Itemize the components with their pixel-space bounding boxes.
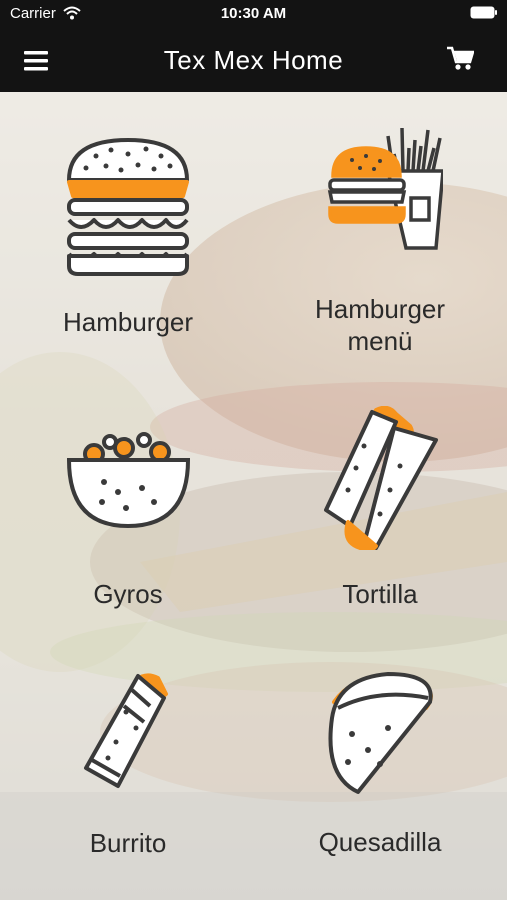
tile-hamburger-menu[interactable]: Hamburger menü [280, 126, 480, 357]
tile-hamburger[interactable]: Hamburger [28, 138, 228, 338]
burrito-icon [83, 673, 168, 788]
tile-burrito[interactable]: Burrito [28, 672, 228, 859]
tortilla-icon [323, 406, 438, 550]
tile-gyros[interactable]: Gyros [28, 430, 228, 610]
tile-tortilla[interactable]: Tortilla [280, 406, 480, 610]
battery-icon [470, 6, 497, 19]
status-time: 10:30 AM [220, 5, 287, 22]
tile-label: Hamburger [62, 307, 194, 337]
top-bar: Carrier 10:30 AM Tex Mex Home [0, 0, 507, 92]
cart-icon[interactable] [447, 46, 474, 72]
page-title: Tex Mex Home [163, 45, 344, 75]
hamburger-icon [66, 138, 189, 276]
tile-label: Hamburger menü [314, 294, 446, 356]
hamburger-menu-combo-icon [327, 127, 443, 250]
tile-label: Burrito [89, 828, 167, 858]
tile-label: Quesadilla [318, 827, 442, 857]
quesadilla-icon [327, 672, 433, 794]
tile-quesadilla[interactable]: Quesadilla [280, 668, 480, 858]
tile-label: Gyros [93, 579, 163, 609]
tile-label: Tortilla [342, 579, 418, 609]
gyros-icon [66, 432, 190, 529]
